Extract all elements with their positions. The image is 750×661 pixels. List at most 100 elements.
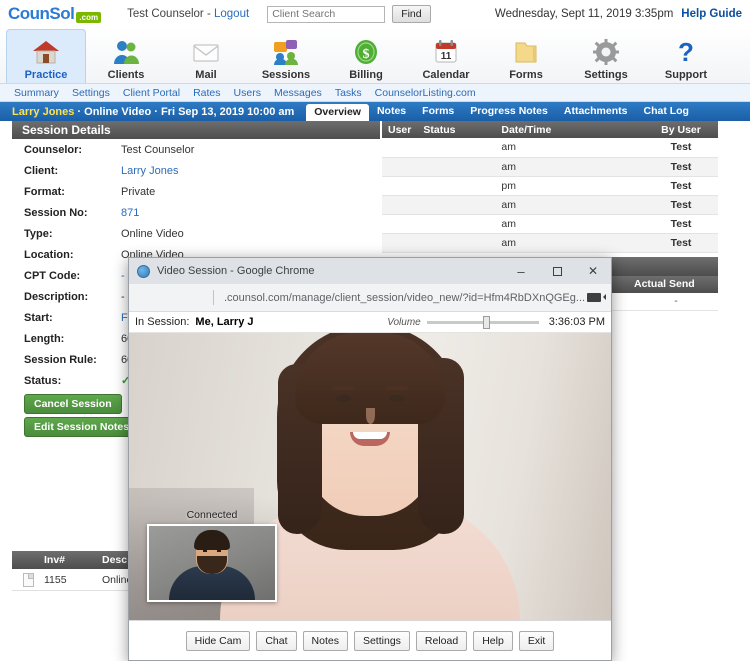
url-text: .counsol.com/manage/client_session/video… — [224, 291, 586, 304]
self-view-frame[interactable] — [147, 524, 277, 602]
sub-navigation: Summary Settings Client Portal Rates Use… — [0, 84, 750, 102]
video-window-title: Video Session - Google Chrome — [157, 265, 315, 277]
detail-value: Online Video — [121, 227, 184, 240]
cell-by-user: Test — [644, 233, 718, 253]
subnav-item-counselorlisting[interactable]: CounselorListing.com — [375, 87, 476, 99]
chat-button[interactable]: Chat — [256, 630, 297, 651]
help-button[interactable]: Help — [473, 630, 513, 651]
maximize-icon — [552, 266, 562, 276]
cell-by-user: Test — [644, 157, 718, 177]
subnav-item-messages[interactable]: Messages — [274, 87, 322, 99]
detail-key: CPT Code: — [24, 269, 81, 282]
cell-inv-number: 1155 — [44, 573, 67, 586]
detail-key: Description: — [24, 290, 89, 303]
table-row[interactable]: am Test — [382, 195, 718, 215]
nav-item-billing[interactable]: $ Billing — [326, 29, 406, 83]
maximize-button[interactable] — [539, 258, 575, 284]
volume-slider-handle[interactable] — [482, 315, 490, 329]
nav-item-calendar[interactable]: 11 Calendar — [406, 29, 486, 83]
col-status: Status — [423, 123, 456, 136]
cell-by-user: Test — [644, 195, 718, 215]
participant-eye-left — [336, 395, 351, 402]
col-inv-number: Inv# — [44, 554, 66, 566]
top-utility-bar: CounSol .com Test Counselor - Logout Fin… — [0, 0, 750, 28]
in-session-participants: Me, Larry J — [195, 316, 254, 328]
tab-chat-log[interactable]: Chat Log — [635, 102, 697, 121]
tab-overview[interactable]: Overview — [306, 104, 369, 121]
find-button[interactable]: Find — [392, 5, 431, 23]
detail-row-session-no: Session No: 871 — [12, 202, 380, 223]
cell-user — [382, 233, 418, 253]
hide-cam-button[interactable]: Hide Cam — [185, 630, 251, 651]
detail-key: Start: — [24, 311, 53, 324]
detail-value: Private — [121, 185, 156, 198]
cell-status — [417, 233, 496, 253]
volume-control[interactable]: Volume — [387, 315, 539, 329]
browser-address-bar[interactable]: .counsol.com/manage/client_session/video… — [129, 284, 611, 312]
table-row[interactable]: am Test — [382, 138, 718, 158]
self-view-eye-left — [203, 550, 207, 552]
session-client-name: Larry Jones — [12, 105, 75, 118]
exit-button[interactable]: Exit — [518, 630, 555, 651]
cell-datetime: am — [495, 233, 644, 253]
tab-progress-notes[interactable]: Progress Notes — [462, 102, 556, 121]
reload-button[interactable]: Reload — [415, 630, 468, 651]
cell-datetime: pm — [495, 176, 644, 196]
minimize-button[interactable]: – — [503, 258, 539, 284]
table-row[interactable]: pm Test — [382, 176, 718, 196]
nav-item-settings[interactable]: Settings — [566, 29, 646, 83]
subnav-item-rates[interactable]: Rates — [193, 87, 220, 99]
participant-teeth — [353, 432, 387, 439]
logo-dotcom-badge: .com — [76, 11, 102, 23]
video-window-titlebar[interactable]: Video Session - Google Chrome – ✕ — [129, 258, 611, 284]
detail-value-client-link[interactable]: Larry Jones — [121, 165, 178, 177]
cancel-session-button[interactable]: Cancel Session — [24, 394, 122, 414]
detail-row-client: Client: Larry Jones — [12, 160, 380, 181]
in-session-bar: In Session: Me, Larry J Volume 3:36:03 P… — [129, 312, 611, 333]
envelope-icon — [191, 37, 221, 67]
nav-item-clients[interactable]: Clients — [86, 29, 166, 83]
nav-item-mail[interactable]: Mail — [166, 29, 246, 83]
current-datetime: Wednesday, Sept 11, 2019 3:35pm — [494, 8, 674, 20]
search-input[interactable] — [267, 5, 386, 23]
nav-item-sessions[interactable]: Sessions — [246, 29, 326, 83]
nav-item-forms[interactable]: Forms — [486, 29, 566, 83]
self-view-pip[interactable]: Connected — [147, 509, 277, 602]
video-session-window[interactable]: Video Session - Google Chrome – ✕ .couns… — [128, 257, 612, 661]
tab-attachments[interactable]: Attachments — [556, 102, 636, 121]
help-guide-link[interactable]: Help Guide — [681, 8, 742, 20]
window-controls: – ✕ — [503, 258, 611, 284]
cell-status — [417, 176, 496, 196]
nav-item-practice[interactable]: Practice — [6, 29, 86, 83]
svg-text:$: $ — [363, 47, 370, 62]
question-mark-icon: ? — [671, 37, 701, 67]
subnav-item-settings[interactable]: Settings — [72, 87, 110, 99]
notes-button[interactable]: Notes — [302, 630, 348, 651]
camera-permission-icon[interactable] — [587, 293, 606, 302]
table-row[interactable]: am Test — [382, 157, 718, 177]
table-row[interactable]: am Test — [382, 214, 718, 234]
tab-forms[interactable]: Forms — [414, 102, 462, 121]
edit-session-notes-button[interactable]: Edit Session Notes — [24, 417, 140, 437]
counsol-logo[interactable]: CounSol .com — [8, 4, 102, 24]
subnav-item-client-portal[interactable]: Client Portal — [123, 87, 180, 99]
tab-notes[interactable]: Notes — [369, 102, 414, 121]
close-button[interactable]: ✕ — [575, 258, 611, 284]
logout-link[interactable]: Logout — [214, 8, 249, 20]
document-icon[interactable] — [22, 572, 34, 587]
detail-value: Test Counselor — [121, 143, 195, 156]
nav-item-support[interactable]: ? Support — [646, 29, 726, 83]
in-session-label: In Session: — [135, 316, 190, 328]
status-grid-header: User Status Date/Time By User — [382, 121, 718, 138]
settings-button[interactable]: Settings — [353, 630, 410, 651]
session-clock: 3:36:03 PM — [548, 316, 605, 328]
nav-label-billing: Billing — [349, 69, 383, 81]
table-row[interactable]: am Test — [382, 233, 718, 253]
subnav-item-summary[interactable]: Summary — [14, 87, 59, 99]
subnav-item-users[interactable]: Users — [234, 87, 261, 99]
session-header-bar: Larry Jones · Online Video · Fri Sep 13,… — [0, 102, 750, 121]
detail-value-session-no[interactable]: 871 — [121, 207, 139, 219]
video-stage[interactable]: Connected — [129, 333, 611, 620]
volume-slider[interactable] — [426, 315, 539, 329]
subnav-item-tasks[interactable]: Tasks — [335, 87, 362, 99]
